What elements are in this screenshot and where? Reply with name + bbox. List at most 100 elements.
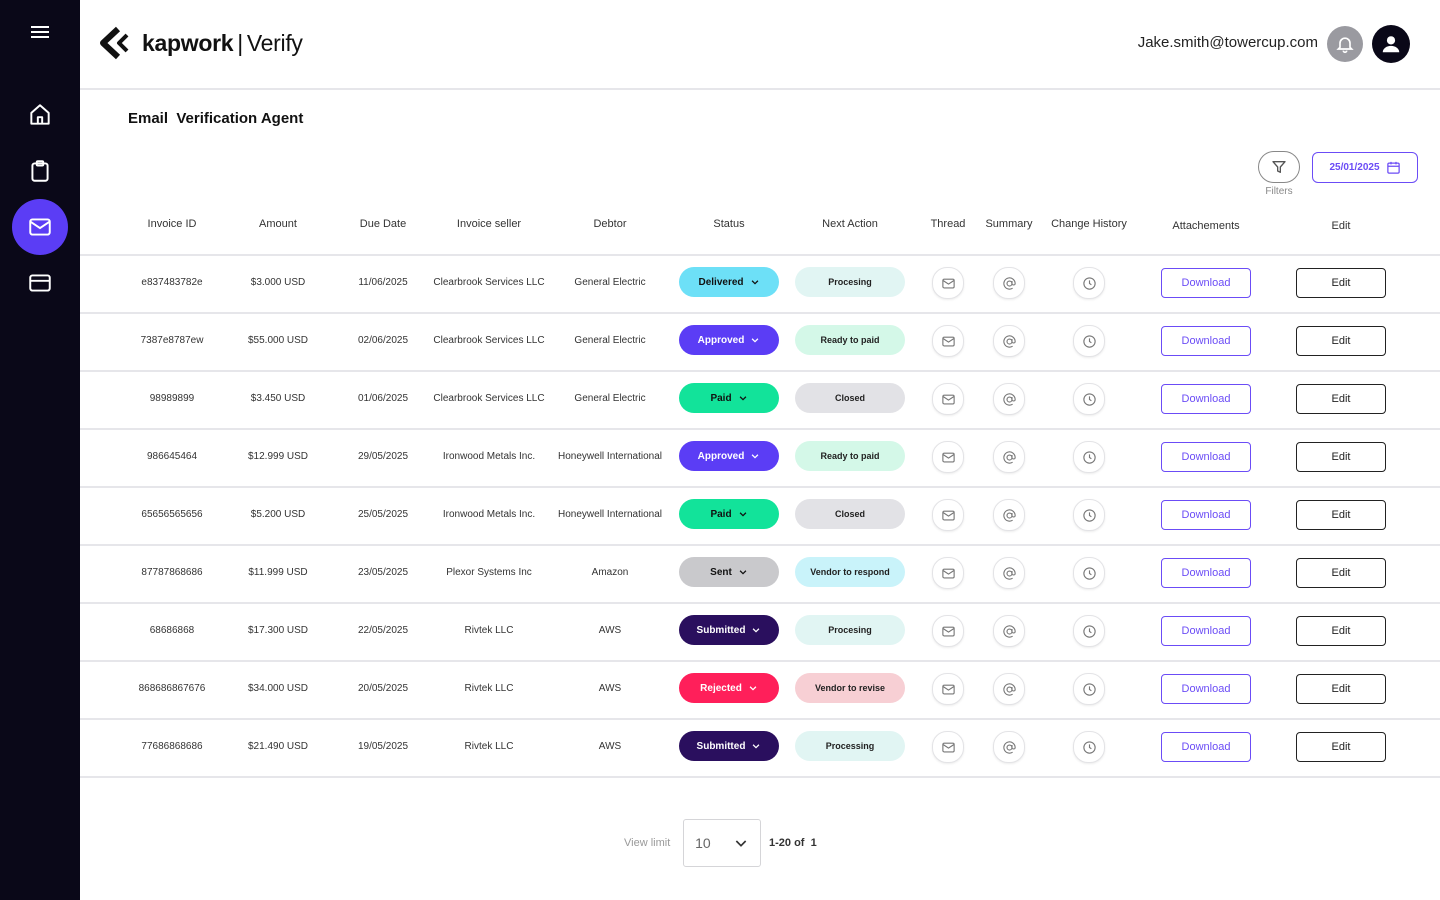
due-date: 23/05/2025 (357, 567, 409, 578)
download-button[interactable]: Download (1161, 558, 1251, 588)
thread-button[interactable] (932, 441, 964, 473)
date-picker-button[interactable]: 25/01/2025 (1312, 152, 1418, 183)
thread-button[interactable] (932, 557, 964, 589)
debtor: Honeywell International (558, 509, 662, 520)
edit-button[interactable]: Edit (1296, 616, 1386, 646)
summary-button[interactable] (993, 557, 1025, 589)
at-icon (1002, 450, 1016, 464)
status-dropdown[interactable]: Approved (679, 325, 779, 355)
col-invoice-id: Invoice ID (147, 218, 197, 230)
status-dropdown[interactable]: Paid (679, 499, 779, 529)
invoice-seller: Clearbrook Services LLC (433, 335, 545, 346)
pagination-range: 1-20 of 1 (769, 837, 817, 849)
download-button[interactable]: Download (1161, 326, 1251, 356)
col-status: Status (713, 218, 745, 230)
col-debtor: Debtor (593, 218, 627, 230)
filters-button[interactable] (1258, 151, 1300, 183)
download-button[interactable]: Download (1161, 732, 1251, 762)
user-email: Jake.smith@towercup.com (1137, 34, 1318, 51)
edit-button[interactable]: Edit (1296, 326, 1386, 356)
status-dropdown[interactable]: Submitted (679, 731, 779, 761)
summary-button[interactable] (993, 615, 1025, 647)
amount: $5.200 USD (250, 509, 306, 520)
menu-button[interactable] (28, 22, 52, 42)
edit-button[interactable]: Edit (1296, 674, 1386, 704)
change-history-button[interactable] (1073, 615, 1105, 647)
invoice-id: e837483782e (141, 277, 203, 288)
sidebar-item-clipboard[interactable] (12, 143, 68, 199)
thread-icon (941, 452, 955, 462)
chevron-down-icon (753, 744, 760, 749)
status-dropdown[interactable]: Paid (679, 383, 779, 413)
status-dropdown[interactable]: Delivered (679, 267, 779, 297)
amount: $34.000 USD (247, 683, 309, 694)
notifications-button[interactable] (1327, 26, 1363, 62)
col-amount: Amount (259, 218, 297, 230)
change-history-button[interactable] (1073, 383, 1105, 415)
edit-button[interactable]: Edit (1296, 442, 1386, 472)
clock-icon (1082, 682, 1096, 696)
thread-button[interactable] (932, 615, 964, 647)
clock-icon (1082, 624, 1096, 638)
edit-button[interactable]: Edit (1296, 268, 1386, 298)
at-icon (1002, 740, 1016, 754)
status-label: Sent (710, 566, 732, 578)
date-value: 25/01/2025 (1329, 162, 1380, 173)
table-row: 87787868686 $11.999 USD 23/05/2025 Plexor S… (80, 546, 1440, 604)
at-icon (1002, 392, 1016, 406)
due-date: 11/06/2025 (358, 277, 408, 288)
change-history-button[interactable] (1073, 673, 1105, 705)
sidebar-item-email[interactable] (12, 199, 68, 255)
summary-button[interactable] (993, 499, 1025, 531)
edit-button[interactable]: Edit (1296, 384, 1386, 414)
sidebar-item-home[interactable] (12, 87, 68, 143)
change-history-button[interactable] (1073, 499, 1105, 531)
table-row: 98989899 $3.450 USD 01/06/2025 Clearbrook S… (80, 372, 1440, 430)
summary-button[interactable] (993, 325, 1025, 357)
col-change-history: Change History (1051, 218, 1127, 230)
thread-button[interactable] (932, 325, 964, 357)
thread-button[interactable] (932, 499, 964, 531)
change-history-button[interactable] (1073, 441, 1105, 473)
debtor: AWS (598, 741, 622, 752)
debtor: General Electric (574, 277, 646, 288)
change-history-button[interactable] (1073, 731, 1105, 763)
clock-icon (1082, 508, 1096, 522)
download-button[interactable]: Download (1161, 384, 1251, 414)
change-history-button[interactable] (1073, 267, 1105, 299)
change-history-button[interactable] (1073, 557, 1105, 589)
status-label: Rejected (700, 682, 742, 694)
thread-icon (941, 336, 955, 346)
download-button[interactable]: Download (1161, 674, 1251, 704)
brand-logo[interactable]: kapwork | Verify (98, 26, 303, 60)
summary-button[interactable] (993, 731, 1025, 763)
thread-button[interactable] (932, 673, 964, 705)
edit-button[interactable]: Edit (1296, 558, 1386, 588)
edit-button[interactable]: Edit (1296, 732, 1386, 762)
status-dropdown[interactable]: Rejected (679, 673, 779, 703)
debtor: General Electric (574, 335, 646, 346)
summary-button[interactable] (993, 673, 1025, 705)
thread-button[interactable] (932, 267, 964, 299)
summary-button[interactable] (993, 383, 1025, 415)
due-date: 20/05/2025 (357, 683, 409, 694)
summary-button[interactable] (993, 267, 1025, 299)
status-dropdown[interactable]: Sent (679, 557, 779, 587)
thread-button[interactable] (932, 731, 964, 763)
download-button[interactable]: Download (1161, 500, 1251, 530)
thread-button[interactable] (932, 383, 964, 415)
download-button[interactable]: Download (1161, 268, 1251, 298)
col-edit: Edit (1331, 220, 1351, 232)
status-dropdown[interactable]: Approved (679, 441, 779, 471)
view-limit-select[interactable]: 10 (683, 819, 761, 867)
download-button[interactable]: Download (1161, 616, 1251, 646)
change-history-button[interactable] (1073, 325, 1105, 357)
status-dropdown[interactable]: Submitted (679, 615, 779, 645)
at-icon (1002, 624, 1016, 638)
download-button[interactable]: Download (1161, 442, 1251, 472)
next-action-badge: Ready to paid (795, 441, 905, 471)
edit-button[interactable]: Edit (1296, 500, 1386, 530)
summary-button[interactable] (993, 441, 1025, 473)
sidebar-item-card[interactable] (12, 255, 68, 311)
user-avatar[interactable] (1372, 25, 1410, 63)
